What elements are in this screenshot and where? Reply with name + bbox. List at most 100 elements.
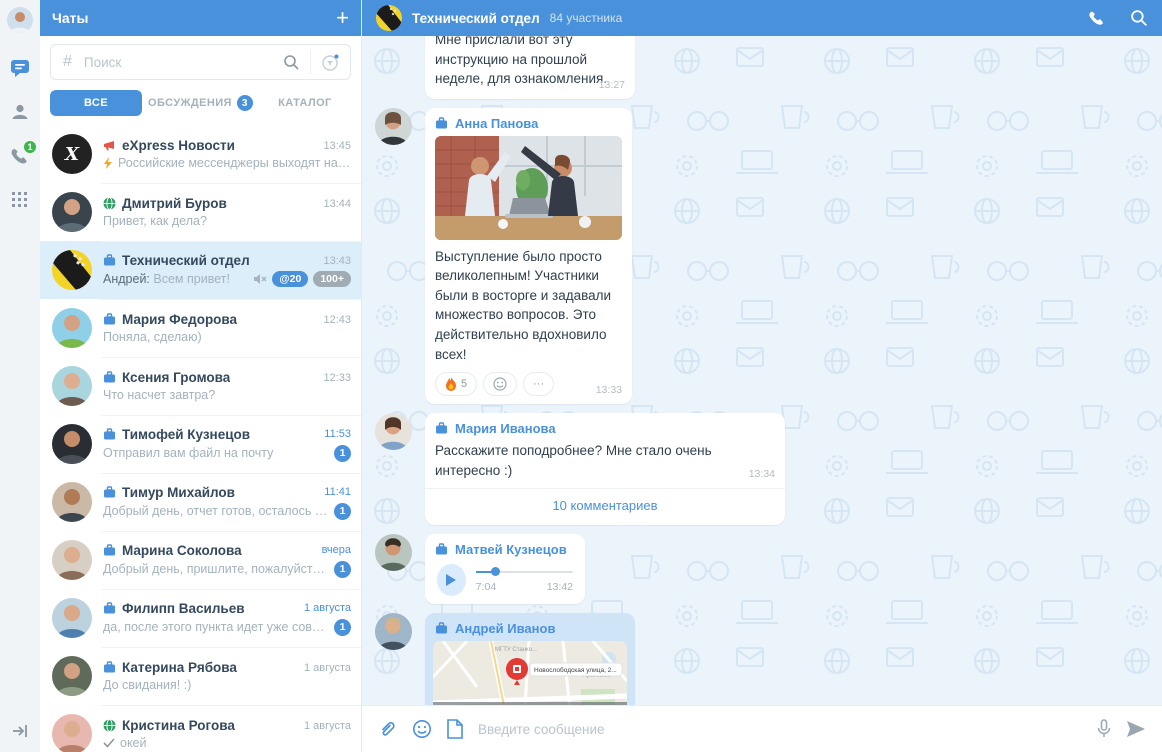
collapse-sidebar-button[interactable] [9,720,31,742]
voice-record-button[interactable] [1096,719,1112,739]
search-icon[interactable] [273,54,310,71]
chat-list-item-dmitry-burov[interactable]: Дмитрий Буров 13:44 Привет, как дела? [40,183,361,241]
sidebar-header: Чаты + [40,0,361,36]
chat-last-message: Российские мессенджеры выходят на первый… [118,156,351,170]
chat-time: 11:53 [324,428,351,440]
sender-name[interactable]: Анна Панова [455,116,538,131]
search-in-chat-button[interactable] [1130,9,1148,27]
avatar [52,482,92,522]
chat-name: Мария Федорова [122,312,238,327]
search-input[interactable] [83,54,273,70]
hash-tag-button[interactable]: # [51,53,84,71]
chat-time: 12:43 [323,313,351,326]
chat-list-panel: Чаты + # ВСЕ ОБСУЖДЕНИЯ 3 КАТАЛОГ X eXpr… [40,0,362,752]
chat-list-item-timur-mikhailov[interactable]: Тимур Михайлов 11:41 Добрый день, отчет … [40,473,361,531]
chat-last-message: Поняла, сделаю) [103,330,202,344]
comments-link[interactable]: 10 комментариев [552,498,657,513]
discussions-badge: 3 [236,95,253,111]
tab-catalog[interactable]: КАТАЛОГ [259,97,351,109]
avatar [375,107,412,145]
muted-icon [253,273,267,285]
location-map[interactable]: МГТУ Станко... Армянский Новослободская … [433,641,627,705]
message-location-andrey[interactable]: Андрей Иванов МГТУ Станко... Армянский [375,613,1162,705]
briefcase-icon [103,313,116,326]
contacts-nav-icon[interactable] [9,101,31,123]
more-reactions-button[interactable]: ··· [523,372,555,397]
chat-time: 13:45 [323,139,351,152]
message-anna-panova[interactable]: Анна Панова Выступление было просто вели… [375,107,1162,405]
sidebar-title: Чаты [52,10,89,26]
emoji-button[interactable] [412,719,432,739]
chat-bubble-icon [11,60,29,77]
location-address-overlay: Новослободская, 24, стр. 1 Москва... [433,702,627,705]
user-avatar[interactable] [7,7,33,33]
message-voice-matvey[interactable]: Матвей Кузнецов 7:04 13:42 [375,534,1162,605]
message-text-partial[interactable]: Мне прислали вот эту инструкцию на прошл… [375,36,1162,99]
chat-list-item-marina-sokolova[interactable]: Марина Соколова вчера Добрый день, пришл… [40,531,361,589]
chat-list-item-philipp-vasiliev[interactable]: Филипп Васильев 1 августа да, после этог… [40,589,361,647]
calls-nav-icon[interactable]: 1 [9,140,37,167]
chat-name: Марина Соколова [122,542,242,558]
send-file-button[interactable] [446,719,464,739]
sender-name[interactable]: Андрей Иванов [455,621,555,636]
avatar [375,613,412,651]
message-photo[interactable] [435,135,622,240]
sender-name[interactable]: Мария Иванова [455,421,556,436]
chat-name: Тимур Михайлов [122,484,235,500]
chat-time: 11:41 [324,486,351,498]
briefcase-icon [435,543,448,556]
play-button[interactable] [437,564,466,597]
filter-icon[interactable] [311,53,350,72]
briefcase-icon [435,422,448,435]
add-reaction-button[interactable] [483,372,518,397]
message-input[interactable] [478,721,1082,737]
message-maria-ivanova[interactable]: Мария Иванова Расскажите поподробнее? Мн… [375,413,1162,526]
audio-progress-handle[interactable] [491,567,501,577]
chat-name: Катерина Рябова [122,660,237,675]
briefcase-icon [103,543,116,557]
conversation-avatar[interactable] [376,5,402,31]
chat-name: eXpress Новости [122,138,235,153]
chat-list-item-kristina-rogova[interactable]: Кристина Рогова 1 августа окей [40,705,361,752]
chat-list-item-ksenia-gromova[interactable]: Ксения Громова 12:33 Что насчет завтра? [40,357,361,415]
reaction-count: 5 [461,378,468,391]
attach-file-button[interactable] [378,719,398,739]
send-button[interactable] [1126,720,1146,738]
chat-time: 1 августа [303,661,351,674]
unread-badge: 1 [334,444,351,462]
chat-list-item-express-news[interactable]: X eXpress Новости 13:45 Российские мессе… [40,125,361,183]
chat-time: 1 августа [303,719,351,732]
audio-progress-bar[interactable] [475,567,573,577]
chat-name: Тимофей Кузнецов [122,426,251,442]
message-list[interactable]: Мне прислали вот эту инструкцию на прошл… [362,36,1162,705]
chat-list-item-maria-fedorova[interactable]: Мария Федорова 12:43 Поняла, сделаю) [40,299,361,357]
chats-nav-icon[interactable] [9,57,31,79]
chat-time: 13:44 [323,197,351,210]
tab-discussions[interactable]: ОБСУЖДЕНИЯ 3 [148,95,253,111]
globe-icon [103,719,116,732]
new-chat-button[interactable]: + [336,7,349,29]
chat-list-item-katerina-ryabova[interactable]: Катерина Рябова 1 августа До свидания! :… [40,647,361,705]
avatar [375,534,412,572]
avatar [52,598,92,638]
sender-name[interactable]: Матвей Кузнецов [455,542,567,557]
chat-time: 12:33 [323,371,351,384]
message-text: Мне прислали вот эту инструкцию на прошл… [435,36,608,87]
tab-all[interactable]: ВСЕ [50,90,142,116]
chat-last-message: Добрый день, пришлите, пожалуйста, презе… [103,562,329,576]
play-icon [446,574,457,587]
message-time: 13:42 [546,581,573,594]
avatar [52,424,92,464]
conversation-header: Технический отдел 84 участника [362,0,1162,36]
avatar [52,656,92,696]
conversation-title[interactable]: Технический отдел [412,11,540,26]
chat-list-item-tech-department[interactable]: Технический отдел 13:43 Андрей: Всем при… [40,241,361,299]
reaction-fire[interactable]: 5 [435,372,478,397]
audio-duration: 7:04 [475,581,497,594]
message-text: Выступление было просто великолепным! Уч… [435,248,612,362]
chat-last-message: Привет, как дела? [103,214,207,228]
call-button[interactable] [1088,9,1106,27]
apps-nav-icon[interactable] [9,189,31,211]
chat-list-item-timofey-kuznetsov[interactable]: Тимофей Кузнецов 11:53 Отправил вам файл… [40,415,361,473]
chat-time: 1 августа [303,602,351,614]
